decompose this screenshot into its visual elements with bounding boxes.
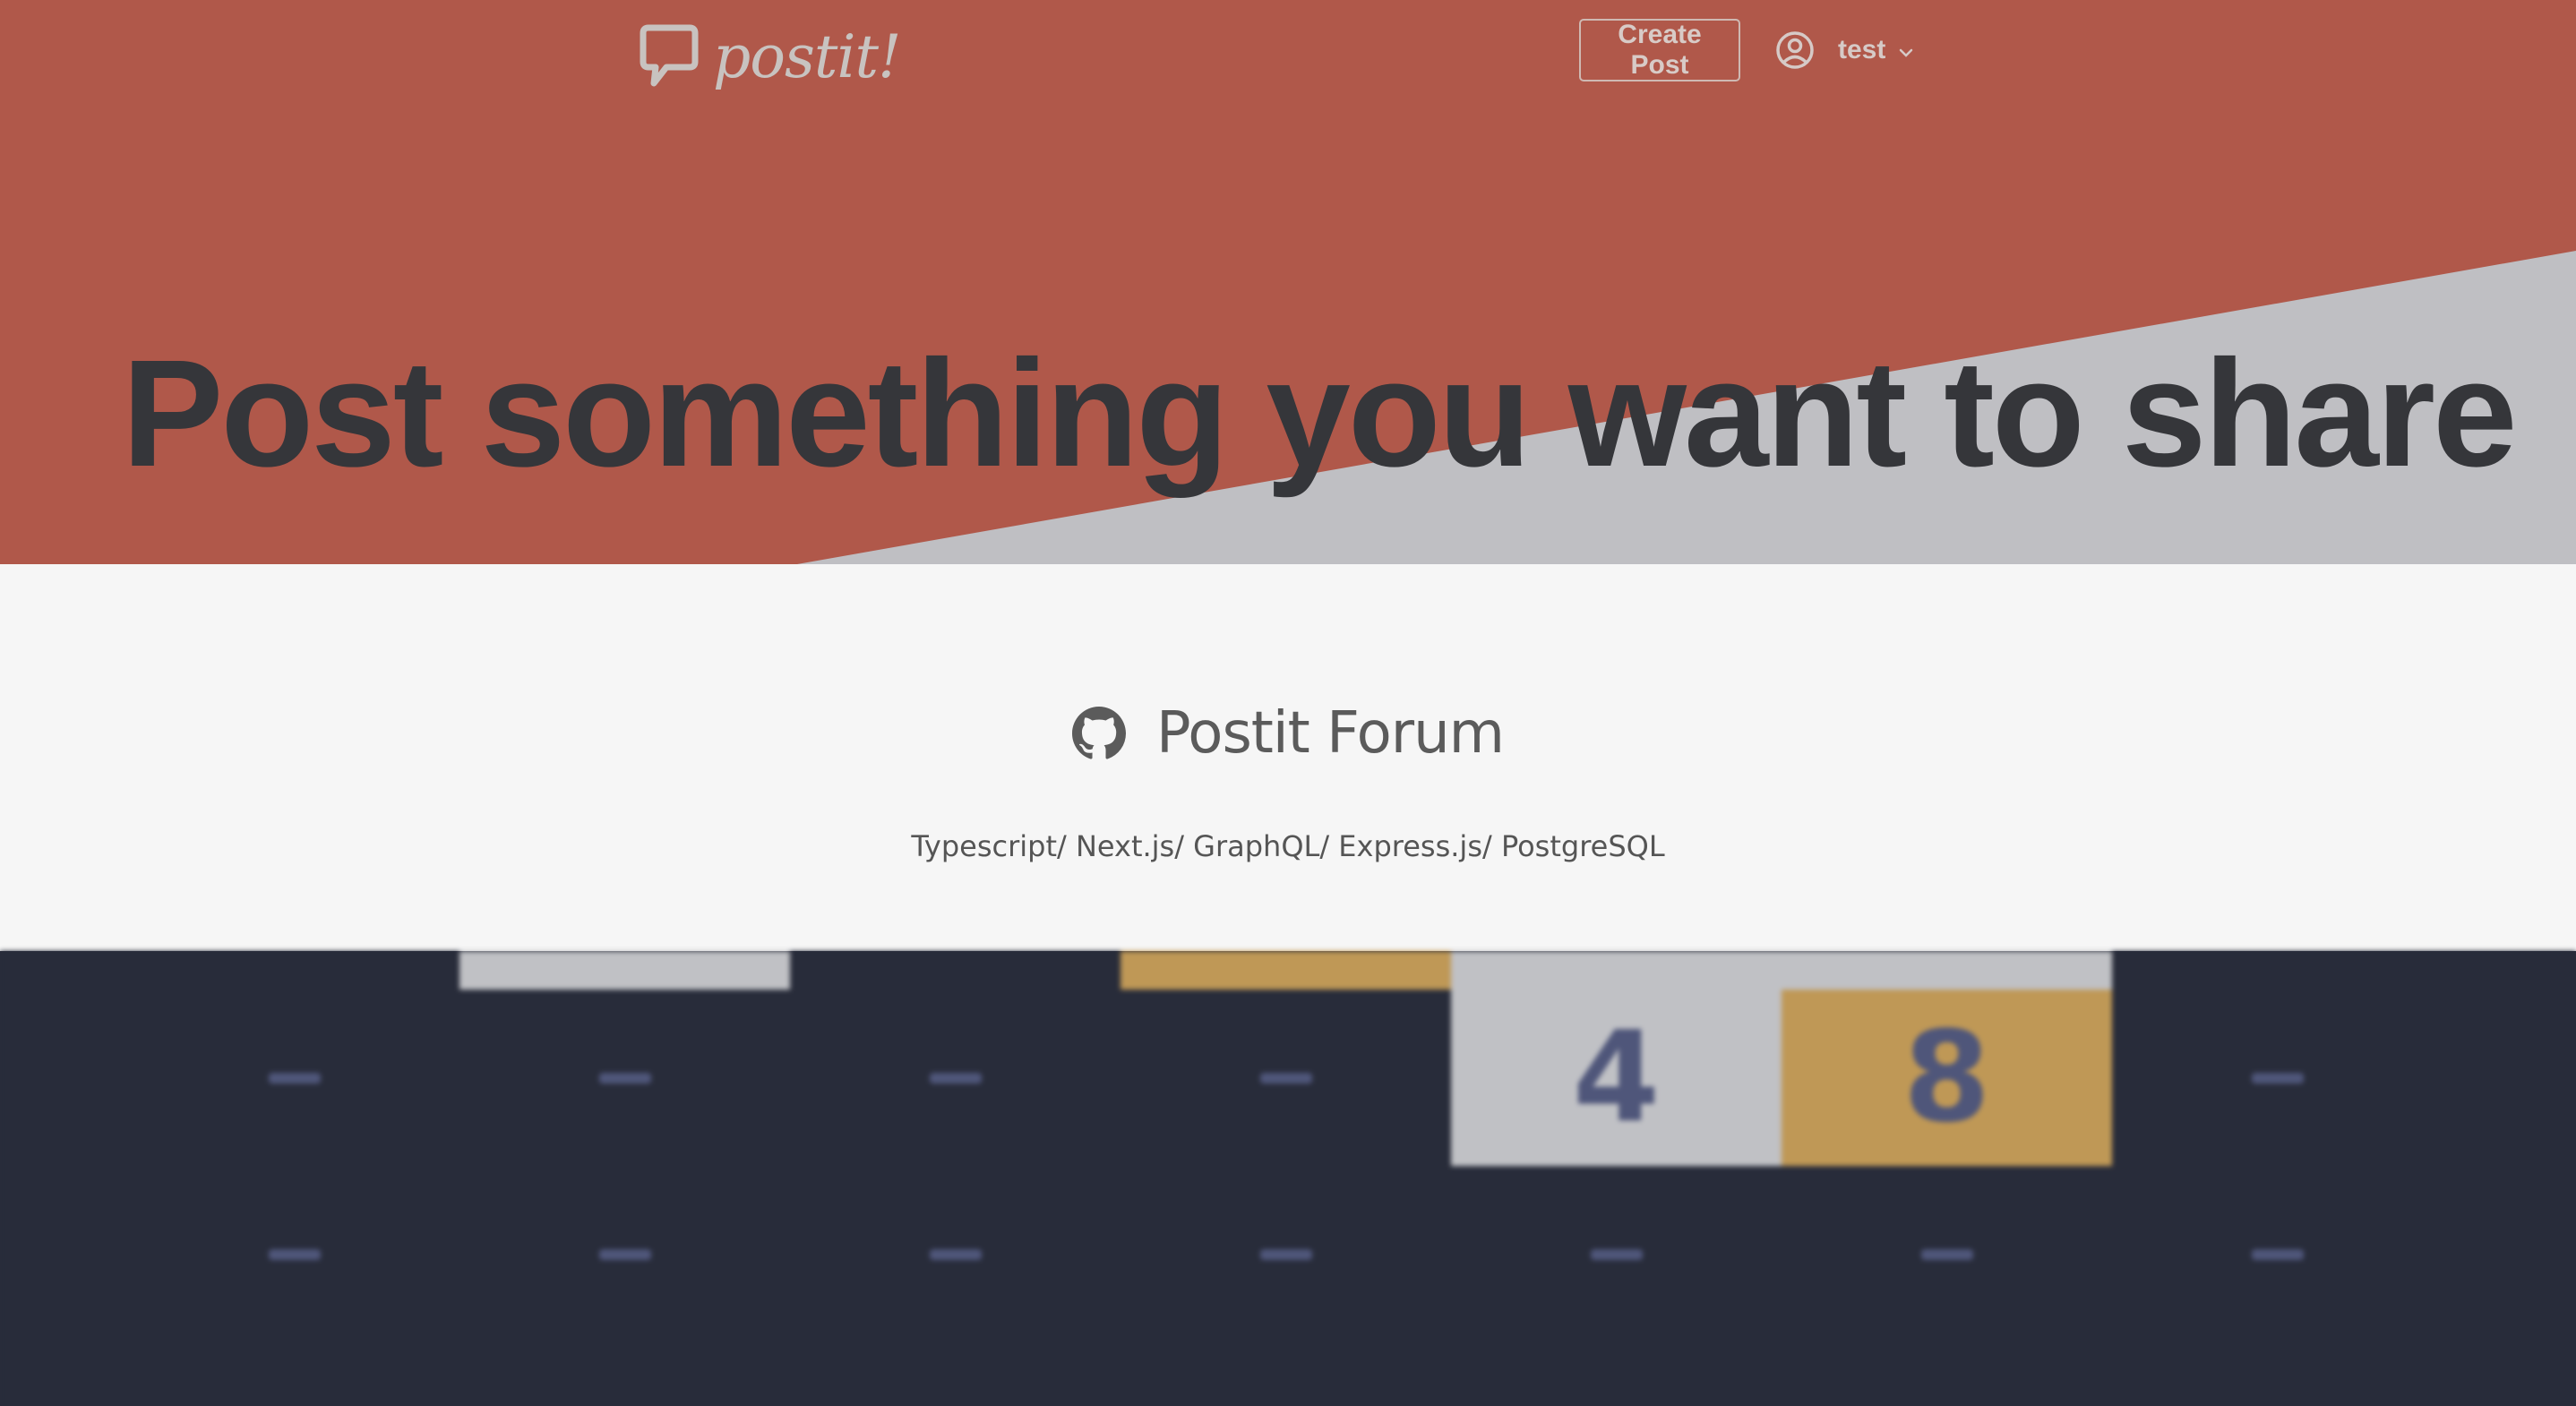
board-tile: 2 bbox=[1782, 951, 2112, 990]
board-tile bbox=[459, 1166, 790, 1342]
speech-bubble-icon bbox=[640, 24, 699, 87]
tile-value: 4 bbox=[1573, 951, 1660, 974]
empty-tile-dash bbox=[929, 1248, 982, 1260]
board-tile bbox=[1782, 1166, 2112, 1342]
board-tile: 4 bbox=[1451, 990, 1782, 1166]
forum-title: Postit Forum bbox=[1155, 700, 1505, 767]
board-tile bbox=[2112, 990, 2443, 1166]
board-tile: 5 bbox=[1121, 951, 1451, 990]
navbar: postit! Create Post test bbox=[0, 0, 2576, 100]
empty-tile-dash bbox=[1259, 1072, 1312, 1084]
empty-tile-dash bbox=[929, 1072, 982, 1084]
board-tile bbox=[2443, 951, 2576, 990]
board-tile bbox=[790, 1166, 1121, 1342]
board-tile bbox=[459, 990, 790, 1166]
board-tile: 8 bbox=[1782, 990, 2112, 1166]
board-tile: 4 bbox=[1451, 951, 1782, 990]
board-tile bbox=[2443, 990, 2576, 1166]
empty-tile-dash bbox=[268, 1072, 321, 1084]
empty-tile-dash bbox=[1590, 1248, 1643, 1260]
empty-tile-dash bbox=[2251, 1072, 2304, 1084]
logo-link[interactable]: postit! bbox=[638, 16, 902, 97]
empty-tile-dash bbox=[2251, 1248, 2304, 1260]
hero-title: Post something you want to share bbox=[122, 329, 2518, 499]
board-tile bbox=[0, 1166, 129, 1342]
empty-tile-dash bbox=[268, 1248, 321, 1260]
board-tile bbox=[0, 951, 129, 990]
board-tile bbox=[790, 990, 1121, 1166]
user-menu[interactable]: test bbox=[1775, 27, 1914, 73]
github-icon[interactable] bbox=[1071, 707, 1126, 760]
board-tile bbox=[2112, 1166, 2443, 1342]
tile-value: 5 bbox=[1242, 951, 1329, 974]
info-section: Postit Forum Typescript/ Next.js/ GraphQ… bbox=[0, 564, 2576, 951]
board-tile bbox=[0, 990, 129, 1166]
empty-tile-dash bbox=[1259, 1248, 1312, 1260]
board-tile bbox=[790, 951, 1121, 990]
board-tile: 4 bbox=[459, 951, 790, 990]
board-tile bbox=[2443, 1166, 2576, 1342]
tile-value: 2 bbox=[1903, 951, 1990, 974]
tile-value: 8 bbox=[1902, 1005, 1991, 1151]
create-post-button[interactable]: Create Post bbox=[1579, 19, 1740, 81]
board-tile bbox=[1451, 1166, 1782, 1342]
empty-tile-dash bbox=[598, 1248, 651, 1260]
board-tile bbox=[1121, 990, 1451, 1166]
empty-tile-dash bbox=[1920, 1248, 1973, 1260]
board-tile bbox=[129, 990, 459, 1166]
board-tile bbox=[1121, 1166, 1451, 1342]
tech-stack-text: Typescript/ Next.js/ GraphQL/ Express.js… bbox=[911, 829, 1665, 863]
board-tile bbox=[129, 951, 459, 990]
chevron-down-icon bbox=[1900, 48, 1913, 57]
forum-title-row: Postit Forum bbox=[0, 700, 2576, 767]
empty-tile-dash bbox=[598, 1072, 651, 1084]
game-board-background: 4 5 4 2 4 8 bbox=[0, 951, 2576, 1406]
tile-value: 4 bbox=[581, 951, 668, 974]
username-label: test bbox=[1838, 35, 1886, 64]
user-circle-icon bbox=[1776, 31, 1814, 69]
page: Post something you want to share postit!… bbox=[0, 0, 2576, 1406]
tile-value: 4 bbox=[1572, 1005, 1661, 1151]
board-tile bbox=[129, 1166, 459, 1342]
board-tile bbox=[2112, 951, 2443, 990]
logo-text: postit! bbox=[713, 21, 902, 91]
